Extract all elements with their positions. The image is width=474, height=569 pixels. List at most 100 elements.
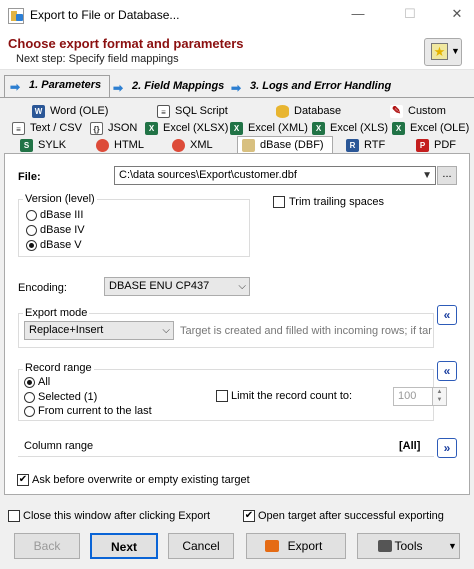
excel-icon: X (312, 122, 325, 135)
tab-sql-script[interactable]: ≡ SQL Script (153, 103, 228, 120)
close-button[interactable]: ✕ (448, 6, 466, 22)
export-button[interactable]: Export (246, 533, 346, 559)
tab-pdf[interactable]: P PDF (412, 137, 456, 154)
tab-label: Excel (XML) (248, 122, 308, 134)
chevron-down-icon: ▼ (448, 541, 457, 551)
tab-logs-error-handling[interactable]: ➡ 3. Logs and Error Handling (226, 77, 399, 97)
tab-xml[interactable]: XML (168, 137, 213, 154)
radio-dbase-iv[interactable] (26, 225, 37, 236)
maximize-button[interactable]: ☐ (401, 6, 419, 22)
tab-sylk[interactable]: S SYLK (16, 137, 66, 154)
tab-label: PDF (434, 139, 456, 151)
script-icon: ≡ (157, 105, 170, 118)
export-button-label: Export (287, 539, 323, 553)
column-range-value: [All] (399, 440, 421, 452)
close-window-checkbox[interactable] (8, 510, 20, 522)
export-mode-title: Export mode (23, 307, 90, 319)
radio-label: dBase IV (40, 224, 85, 236)
radio-label: All (38, 376, 51, 388)
tools-button[interactable]: Tools ▼ (357, 533, 460, 559)
tab-excel-xls[interactable]: X Excel (XLS) (308, 120, 388, 137)
export-mode-dropdown[interactable]: Replace+Insert ⌵ (24, 321, 174, 340)
tab-label: SYLK (38, 139, 67, 151)
export-mode-hint: Target is created and filled with incomi… (180, 325, 432, 337)
radio-all-records[interactable] (24, 377, 35, 388)
ask-overwrite-label: Ask before overwrite or empty existing t… (32, 474, 250, 486)
tab-excel-ole[interactable]: X Excel (OLE) (388, 120, 469, 137)
tab-label: XML (190, 139, 213, 151)
collapse-record-range-button[interactable]: « (437, 361, 457, 381)
tools-button-label: Tools (394, 539, 423, 553)
arrow-icon: ➡ (113, 81, 124, 95)
cancel-button[interactable]: Cancel (168, 533, 234, 559)
tab-text-csv[interactable]: ≡ Text / CSV (8, 120, 82, 137)
radio-dbase-v[interactable] (26, 240, 37, 251)
json-icon: {} (90, 122, 103, 135)
tab-label: Excel (OLE) (410, 122, 470, 134)
ask-overwrite-checkbox[interactable]: ✔ (17, 474, 29, 486)
tab-label: Excel (XLS) (330, 122, 389, 134)
excel-icon: X (230, 122, 243, 135)
encoding-dropdown[interactable]: DBASE ENU CP437 ⌵ (104, 277, 250, 296)
file-path-field[interactable]: C:\data sources\Export\customer.dbf ▼ (114, 166, 436, 185)
database-icon (276, 105, 289, 118)
trim-spaces-checkbox[interactable] (273, 196, 285, 208)
tab-database[interactable]: Database (272, 103, 341, 120)
radio-current-to-last[interactable] (24, 406, 35, 417)
collapse-export-mode-button[interactable]: « (437, 305, 457, 325)
tab-parameters[interactable]: ➡ 1. Parameters (4, 75, 111, 98)
open-target-label: Open target after successful exporting (258, 510, 444, 522)
text-file-icon: ≡ (12, 122, 25, 135)
sylk-icon: S (20, 139, 33, 152)
excel-icon: X (145, 122, 158, 135)
back-button[interactable]: Back (14, 533, 80, 559)
tab-label: 3. Logs and Error Handling (250, 80, 392, 92)
chevron-down-icon: ▼ (422, 170, 432, 181)
tab-excel-xml[interactable]: X Excel (XML) (226, 120, 308, 137)
file-label: File: (18, 171, 41, 183)
tab-rtf[interactable]: R RTF (342, 137, 385, 154)
tab-field-mappings[interactable]: ➡ 2. Field Mappings (108, 77, 232, 97)
open-target-checkbox[interactable]: ✔ (243, 510, 255, 522)
limit-count-spinner[interactable]: ▲ ▼ (433, 387, 447, 406)
trim-spaces-label: Trim trailing spaces (289, 196, 384, 208)
arrow-icon: ➡ (231, 81, 242, 95)
next-button[interactable]: Next (90, 533, 158, 559)
limit-count-input[interactable]: 100 (393, 387, 433, 406)
tab-label: Text / CSV (30, 122, 82, 134)
tab-divider (0, 97, 474, 98)
tab-label: Excel (XLSX) (163, 122, 229, 134)
radio-label: dBase III (40, 209, 84, 221)
column-range-title: Column range (24, 440, 94, 452)
file-path-value: C:\data sources\Export\customer.dbf (119, 169, 297, 181)
limit-records-checkbox[interactable] (216, 390, 228, 402)
radio-selected-records[interactable] (24, 392, 35, 403)
minimize-button[interactable]: — (349, 6, 367, 22)
favorites-button[interactable]: ★ ▼ (424, 38, 462, 66)
tab-label: HTML (114, 139, 144, 151)
tab-label: Database (294, 105, 342, 117)
pdf-icon: P (416, 139, 429, 152)
tab-excel-xlsx[interactable]: X Excel (XLSX) (141, 120, 228, 137)
browse-button[interactable]: ... (437, 166, 457, 185)
tab-html[interactable]: HTML (92, 137, 144, 154)
excel-icon: X (392, 122, 405, 135)
version-group-title: Version (level) (23, 193, 97, 205)
record-range-title: Record range (23, 362, 94, 374)
radio-label: Selected (1) (38, 391, 98, 403)
tab-label: Custom (408, 105, 446, 117)
dbase-icon (242, 139, 255, 152)
tab-label: RTF (364, 139, 386, 151)
star-icon: ★ (431, 43, 448, 60)
tab-custom[interactable]: ✎ Custom (386, 103, 446, 120)
encoding-value: DBASE ENU CP437 (109, 280, 210, 292)
radio-label: From current to the last (38, 405, 152, 417)
expand-column-range-button[interactable]: » (437, 438, 457, 458)
limit-records-label: Limit the record count to: (231, 390, 353, 402)
tab-word-ole[interactable]: W Word (OLE) (28, 103, 108, 120)
radio-dbase-iii[interactable] (26, 210, 37, 221)
arrow-icon: ➡ (10, 80, 21, 94)
tab-json[interactable]: {} JSON (86, 120, 137, 137)
tab-label: 2. Field Mappings (132, 80, 225, 92)
column-range-divider (18, 456, 434, 457)
